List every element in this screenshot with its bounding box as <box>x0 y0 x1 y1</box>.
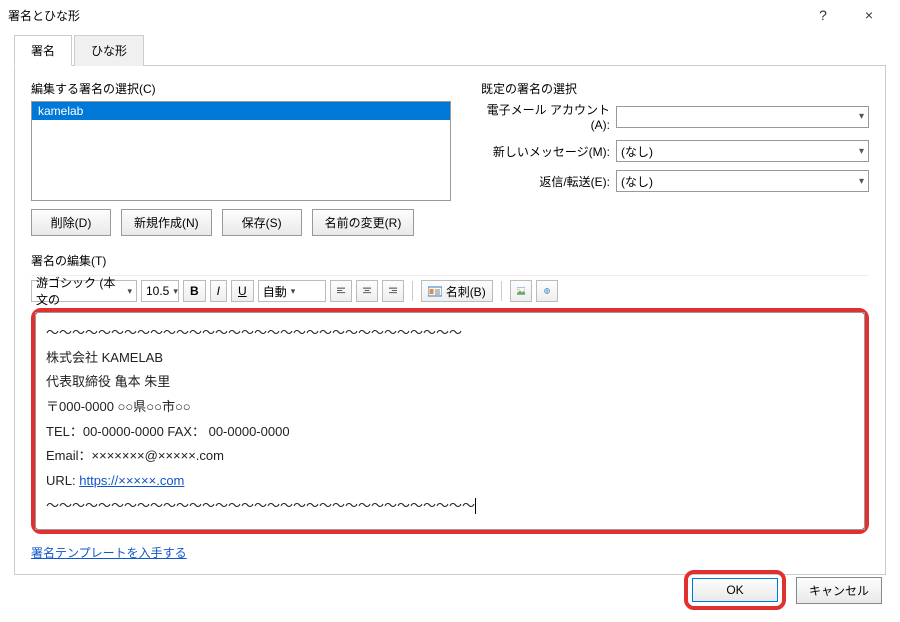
window-title: 署名とひな形 <box>8 7 800 24</box>
ok-highlight: OK <box>684 570 786 610</box>
sig-email: Email：×××××××@×××××.com <box>46 444 854 469</box>
newmsg-row: 新しいメッセージ(M): (なし) ▾ <box>481 140 869 162</box>
help-button[interactable]: ? <box>800 0 846 30</box>
tab-pane: 編集する署名の選択(C) kamelab 削除(D) 新規作成(N) 保存(S)… <box>14 66 886 575</box>
separator <box>501 281 502 301</box>
align-left-button[interactable] <box>330 280 352 302</box>
align-center-button[interactable] <box>356 280 378 302</box>
dialog-body: 署名 ひな形 編集する署名の選択(C) kamelab 削除(D) 新規作成(N… <box>0 30 900 575</box>
link-button[interactable] <box>536 280 558 302</box>
image-button[interactable] <box>510 280 532 302</box>
close-button[interactable]: × <box>846 0 892 30</box>
cancel-button[interactable]: キャンセル <box>796 577 882 604</box>
chevron-down-icon: ▾ <box>859 146 864 157</box>
card-button[interactable]: 名刺(B) <box>421 280 493 302</box>
sig-name: 代表取締役 亀本 朱里 <box>46 370 854 395</box>
sig-company: 株式会社 KAMELAB <box>46 346 854 371</box>
separator <box>412 281 413 301</box>
underline-button[interactable]: U <box>231 280 254 302</box>
account-select[interactable]: ▾ <box>616 106 869 128</box>
reply-value: (なし) <box>621 173 653 190</box>
default-signature-label: 既定の署名の選択 <box>481 80 869 97</box>
signature-list-group: 編集する署名の選択(C) kamelab 削除(D) 新規作成(N) 保存(S)… <box>31 80 451 236</box>
dialog-buttons: OK キャンセル <box>684 570 882 610</box>
font-select[interactable]: 游ゴシック (本文の▾ <box>31 280 137 302</box>
reply-select[interactable]: (なし) ▾ <box>616 170 869 192</box>
newmsg-select[interactable]: (なし) ▾ <box>616 140 869 162</box>
newmsg-value: (なし) <box>621 143 653 160</box>
signature-buttons: 削除(D) 新規作成(N) 保存(S) 名前の変更(R) <box>31 209 451 236</box>
signature-list-label: 編集する署名の選択(C) <box>31 80 451 97</box>
align-right-button[interactable] <box>382 280 404 302</box>
delete-button[interactable]: 削除(D) <box>31 209 111 236</box>
italic-button[interactable]: I <box>210 280 227 302</box>
text-cursor <box>475 498 476 514</box>
tab-signature[interactable]: 署名 <box>14 35 72 66</box>
format-toolbar: 游ゴシック (本文の▾ 10.5▾ B I U 自動▾ 名刺(B) <box>31 275 869 302</box>
save-button[interactable]: 保存(S) <box>222 209 302 236</box>
new-button[interactable]: 新規作成(N) <box>121 209 212 236</box>
list-item[interactable]: kamelab <box>32 102 450 120</box>
sig-tel: TEL：00-0000-0000 FAX： 00-0000-0000 <box>46 420 854 445</box>
account-label: 電子メール アカウント(A): <box>481 101 616 132</box>
tab-stationery[interactable]: ひな形 <box>74 35 144 66</box>
sig-sep: 〜〜〜〜〜〜〜〜〜〜〜〜〜〜〜〜〜〜〜〜〜〜〜〜〜〜〜〜〜〜〜〜 <box>46 321 854 346</box>
default-signature-group: 既定の署名の選択 電子メール アカウント(A): ▾ 新しいメッセージ(M): … <box>481 80 869 236</box>
chevron-down-icon: ▾ <box>127 286 132 297</box>
chevron-down-icon: ▾ <box>859 111 864 122</box>
top-columns: 編集する署名の選択(C) kamelab 削除(D) 新規作成(N) 保存(S)… <box>31 80 869 236</box>
sig-url-row: URL: https://×××××.com <box>46 469 854 494</box>
account-row: 電子メール アカウント(A): ▾ <box>481 101 869 132</box>
edit-area-highlight: 〜〜〜〜〜〜〜〜〜〜〜〜〜〜〜〜〜〜〜〜〜〜〜〜〜〜〜〜〜〜〜〜 株式会社 KA… <box>31 308 869 534</box>
bold-button[interactable]: B <box>183 280 206 302</box>
titlebar: 署名とひな形 ? × <box>0 0 900 30</box>
reply-label: 返信/転送(E): <box>481 173 616 190</box>
chevron-down-icon: ▾ <box>859 176 864 187</box>
get-templates-link[interactable]: 署名テンプレートを入手する <box>31 544 187 561</box>
rename-button[interactable]: 名前の変更(R) <box>312 209 415 236</box>
chevron-down-icon: ▾ <box>291 286 296 297</box>
sig-url-link[interactable]: https://×××××.com <box>79 473 184 488</box>
chevron-down-icon: ▾ <box>173 286 178 297</box>
sig-address: 〒000-0000 ○○県○○市○○ <box>46 395 854 420</box>
ok-button[interactable]: OK <box>692 578 778 602</box>
reply-row: 返信/転送(E): (なし) ▾ <box>481 170 869 192</box>
size-select[interactable]: 10.5▾ <box>141 280 179 302</box>
color-select[interactable]: 自動▾ <box>258 280 326 302</box>
tab-bar: 署名 ひな形 <box>14 34 886 66</box>
edit-label: 署名の編集(T) <box>31 252 869 269</box>
newmsg-label: 新しいメッセージ(M): <box>481 143 616 160</box>
signature-listbox[interactable]: kamelab <box>31 101 451 201</box>
sig-sep: 〜〜〜〜〜〜〜〜〜〜〜〜〜〜〜〜〜〜〜〜〜〜〜〜〜〜〜〜〜〜〜〜〜 <box>46 494 854 519</box>
signature-editor[interactable]: 〜〜〜〜〜〜〜〜〜〜〜〜〜〜〜〜〜〜〜〜〜〜〜〜〜〜〜〜〜〜〜〜 株式会社 KA… <box>35 312 865 530</box>
card-icon <box>428 285 442 297</box>
